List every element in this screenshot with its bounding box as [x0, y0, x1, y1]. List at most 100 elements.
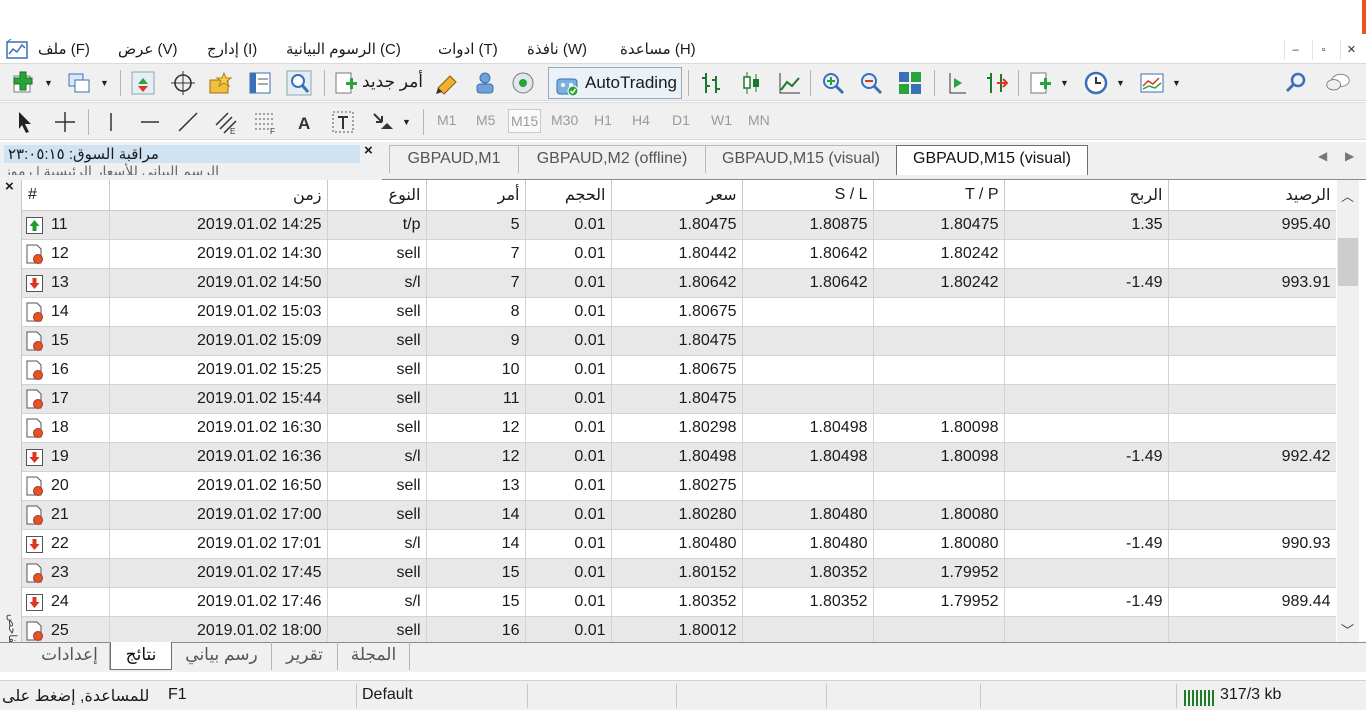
auto-scroll-icon[interactable]	[983, 70, 1009, 96]
col-order[interactable]: أمر	[426, 180, 526, 211]
col-tp[interactable]: T / P	[873, 180, 1005, 211]
timeframe-h4[interactable]: H4	[632, 112, 650, 128]
chart-shift-icon[interactable]	[944, 70, 970, 96]
autotrading-button[interactable]: AutoTrading	[548, 67, 682, 99]
market-signal-icon[interactable]	[510, 70, 536, 96]
table-row[interactable]: 15 2019.01.02 15:09 sell 9 0.01 1.80475	[22, 326, 1336, 356]
table-row[interactable]: 12 2019.01.02 14:30 sell 7 0.01 1.80442 1.8064…	[22, 239, 1336, 269]
chevron-down-icon[interactable]: ▼	[1116, 78, 1125, 88]
metaeditor-icon[interactable]	[434, 70, 460, 96]
indicators-icon[interactable]	[1028, 70, 1054, 96]
col-price[interactable]: سعر	[611, 180, 743, 211]
col-balance[interactable]: الرصيد	[1168, 180, 1336, 211]
chart-app-icon[interactable]	[6, 39, 28, 59]
trendline-icon[interactable]	[175, 109, 201, 135]
signals-icon[interactable]	[472, 70, 498, 96]
crosshair-tool-icon[interactable]	[52, 109, 78, 135]
new-order-button[interactable]: أمر جديد	[362, 72, 423, 92]
zoom-in-icon[interactable]	[820, 70, 846, 96]
arrows-icon[interactable]	[369, 109, 395, 135]
tab-results[interactable]: نتائج	[110, 642, 172, 670]
strategy-tester-icon[interactable]	[286, 70, 312, 96]
table-row[interactable]: 24 2019.01.02 17:46 s/l 15 0.01 1.80352 1.8035…	[22, 587, 1336, 617]
navigator-icon[interactable]	[208, 70, 234, 96]
menu-window[interactable]: نافذة (W)	[527, 40, 587, 58]
table-row[interactable]: 22 2019.01.02 17:01 s/l 14 0.01 1.80480 1.8048…	[22, 529, 1336, 559]
scrollbar-thumb[interactable]	[1338, 238, 1358, 286]
tab-journal[interactable]: المجلة	[338, 642, 410, 670]
col-time[interactable]: زمن	[109, 180, 328, 211]
tabs-left-arrow-icon[interactable]: ◀	[1318, 149, 1327, 163]
timeframe-m1[interactable]: M1	[437, 112, 456, 128]
chat-icon[interactable]	[1325, 70, 1351, 96]
templates-icon[interactable]	[1139, 70, 1165, 96]
timeframe-h1[interactable]: H1	[594, 112, 612, 128]
equidistant-channel-icon[interactable]: E	[213, 109, 239, 135]
timeframe-d1[interactable]: D1	[672, 112, 690, 128]
chevron-down-icon[interactable]: ▼	[44, 78, 53, 88]
horizontal-line-icon[interactable]	[137, 109, 163, 135]
table-row[interactable]: 14 2019.01.02 15:03 sell 8 0.01 1.80675	[22, 297, 1336, 327]
table-row[interactable]: 18 2019.01.02 16:30 sell 12 0.01 1.80298 1.804…	[22, 413, 1336, 443]
line-chart-icon[interactable]	[777, 70, 803, 96]
timeframe-w1[interactable]: W1	[711, 112, 732, 128]
table-row[interactable]: 16 2019.01.02 15:25 sell 10 0.01 1.80675	[22, 355, 1336, 385]
table-row[interactable]: 17 2019.01.02 15:44 sell 11 0.01 1.80475	[22, 384, 1336, 414]
text-label-icon[interactable]	[330, 109, 356, 135]
chevron-down-icon[interactable]: ▼	[100, 78, 109, 88]
tile-windows-icon[interactable]	[897, 70, 923, 96]
timeframe-m30[interactable]: M30	[551, 112, 578, 128]
col-num[interactable]: #	[22, 180, 110, 211]
cursor-icon[interactable]	[12, 109, 38, 135]
menu-file[interactable]: ملف (F)	[38, 40, 90, 58]
scroll-down-arrow-icon[interactable]: ﹀	[1341, 620, 1354, 639]
minimize-button[interactable]: –	[1284, 40, 1306, 60]
table-row[interactable]: 20 2019.01.02 16:50 sell 13 0.01 1.80275	[22, 471, 1336, 501]
menu-view[interactable]: عرض (V)	[118, 40, 178, 58]
new-order-icon[interactable]	[332, 70, 358, 96]
table-row[interactable]: 13 2019.01.02 14:50 s/l 7 0.01 1.80642 1.80642…	[22, 268, 1336, 298]
chart-tab-gbpaud-m15-visual[interactable]: GBPAUD,M15 (visual)	[705, 145, 897, 173]
candlestick-icon[interactable]	[738, 70, 764, 96]
new-chart-icon[interactable]	[10, 70, 36, 96]
table-row[interactable]: 25 2019.01.02 18:00 sell 16 0.01 1.80012	[22, 616, 1336, 642]
col-type[interactable]: النوع	[327, 180, 427, 211]
chart-tab-gbpaud-m1[interactable]: GBPAUD,M1	[389, 145, 519, 173]
table-row[interactable]: 23 2019.01.02 17:45 sell 15 0.01 1.80152 1.803…	[22, 558, 1336, 588]
restore-button[interactable]: ▫	[1312, 40, 1334, 60]
menu-tools[interactable]: ادوات (T)	[438, 40, 498, 58]
close-icon[interactable]: ×	[364, 142, 373, 159]
timeframe-m15[interactable]: M15	[508, 109, 542, 133]
close-icon[interactable]: ×	[5, 178, 14, 195]
tab-report[interactable]: تقرير	[272, 642, 338, 670]
chart-tab-gbpaud-m2-offline[interactable]: GBPAUD,M2 (offline)	[518, 145, 706, 173]
scroll-up-arrow-icon[interactable]: ︿	[1341, 186, 1354, 205]
chevron-down-icon[interactable]: ▼	[1060, 78, 1069, 88]
crosshair-icon[interactable]	[170, 70, 196, 96]
table-row[interactable]: 19 2019.01.02 16:36 s/l 12 0.01 1.80498 1.8049…	[22, 442, 1336, 472]
chevron-down-icon[interactable]: ▼	[402, 117, 411, 127]
close-window-button[interactable]: ✕	[1340, 40, 1362, 60]
table-row[interactable]: 21 2019.01.02 17:00 sell 14 0.01 1.80280 1.804…	[22, 500, 1336, 530]
market-watch-icon[interactable]	[130, 70, 156, 96]
tab-settings[interactable]: إعدادات	[30, 642, 110, 670]
periods-clock-icon[interactable]	[1083, 70, 1109, 96]
table-row[interactable]: 11 2019.01.02 14:25 t/p 5 0.01 1.80475 1.80875…	[22, 210, 1336, 240]
vertical-line-icon[interactable]	[98, 109, 124, 135]
profiles-icon[interactable]	[66, 70, 92, 96]
zoom-out-icon[interactable]	[858, 70, 884, 96]
fibonacci-icon[interactable]: F	[252, 109, 278, 135]
text-tool-icon[interactable]: A	[292, 109, 318, 135]
tabs-right-arrow-icon[interactable]: ▶	[1345, 149, 1354, 163]
menu-charts[interactable]: الرسوم البيانية (C)	[286, 40, 401, 58]
menu-help[interactable]: مساعدة (H)	[620, 40, 696, 58]
col-volume[interactable]: الحجم	[525, 180, 612, 211]
col-profit[interactable]: الربح	[1004, 180, 1169, 211]
chart-tab-gbpaud-m15-visual-active[interactable]: GBPAUD,M15 (visual)	[896, 145, 1088, 175]
col-sl[interactable]: S / L	[742, 180, 874, 211]
search-icon[interactable]	[1283, 70, 1309, 96]
market-watch-tabs[interactable]: الرسم البياني للأسعار الرئيسية | رموز	[4, 163, 360, 175]
chevron-down-icon[interactable]: ▼	[1172, 78, 1181, 88]
menu-insert[interactable]: إدارج (I)	[207, 40, 257, 58]
bar-chart-icon[interactable]	[698, 70, 724, 96]
